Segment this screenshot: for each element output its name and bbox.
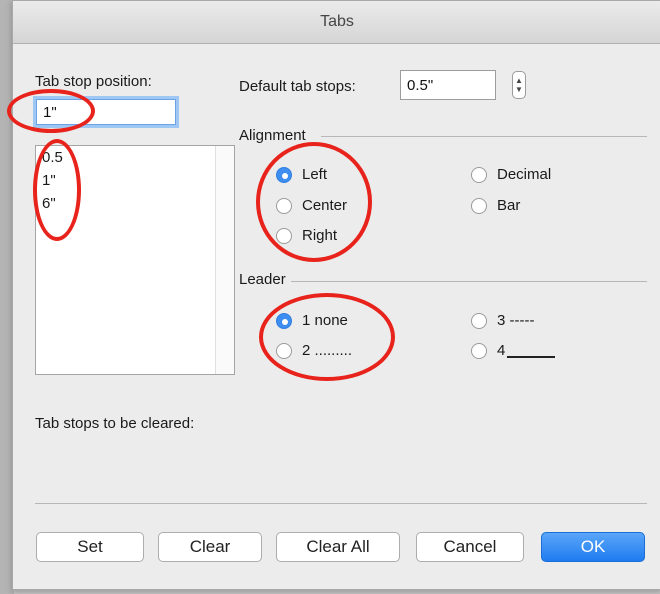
alignment-group-label: Alignment: [239, 127, 306, 144]
radio-indicator[interactable]: [471, 197, 487, 214]
leader-4-radio[interactable]: 4: [471, 342, 556, 359]
alignment-bar-label: Bar: [497, 197, 521, 214]
radio-indicator[interactable]: [471, 312, 487, 329]
alignment-left-label: Left: [302, 166, 328, 183]
annotation-circle-leader: [259, 293, 395, 381]
default-tab-stops-input[interactable]: [401, 71, 495, 99]
set-button[interactable]: Set: [36, 532, 144, 562]
ok-button[interactable]: OK: [541, 532, 645, 562]
list-item[interactable]: 6": [42, 195, 56, 212]
radio-indicator[interactable]: [276, 342, 292, 359]
chevron-up-icon[interactable]: ▲: [515, 76, 523, 85]
alignment-right-label: Right: [302, 227, 338, 244]
leader-group-label: Leader: [239, 271, 286, 288]
radio-indicator[interactable]: [471, 342, 487, 359]
leader-underline-sample: [507, 344, 556, 358]
leader-divider: [291, 281, 647, 282]
leader-3-label: 3 -----: [497, 312, 535, 329]
dialog-title: Tabs: [320, 13, 354, 30]
clear-button[interactable]: Clear: [158, 532, 262, 562]
leader-2-label: 2 .........: [302, 342, 353, 359]
tabs-dialog: Tabs Tab stop position: 0.5 1" 6" Defaul…: [7, 0, 660, 590]
alignment-decimal-radio[interactable]: Decimal: [471, 166, 551, 183]
alignment-center-label: Center: [302, 197, 348, 214]
chevron-down-icon[interactable]: ▼: [515, 85, 523, 94]
leader-4-label: 4: [497, 342, 506, 359]
alignment-bar-radio[interactable]: Bar: [471, 197, 520, 214]
radio-selected-indicator[interactable]: [276, 166, 292, 183]
leader-2-radio[interactable]: 2 .........: [276, 342, 352, 359]
alignment-decimal-label: Decimal: [497, 166, 552, 183]
radio-selected-indicator[interactable]: [276, 312, 292, 329]
bottom-divider: [35, 503, 647, 504]
tab-stop-position-label: Tab stop position:: [35, 73, 152, 90]
clear-all-button[interactable]: Clear All: [276, 532, 400, 562]
title-bar: Tabs: [13, 1, 660, 44]
list-item[interactable]: 0.5: [42, 149, 63, 166]
tab-stops-cleared-label: Tab stops to be cleared:: [35, 415, 195, 432]
list-item[interactable]: 1": [42, 172, 56, 189]
radio-indicator[interactable]: [276, 227, 292, 244]
leader-3-radio[interactable]: 3 -----: [471, 312, 535, 329]
alignment-divider: [321, 136, 647, 137]
default-tab-stops-stepper[interactable]: ▲ ▼: [512, 71, 526, 99]
alignment-left-radio[interactable]: Left: [276, 166, 327, 183]
radio-indicator[interactable]: [471, 166, 487, 183]
default-tab-stops-field[interactable]: [400, 70, 496, 100]
alignment-center-radio[interactable]: Center: [276, 197, 347, 214]
tab-stop-position-field[interactable]: [36, 99, 176, 125]
leader-1-label: 1 none: [302, 312, 348, 329]
alignment-right-radio[interactable]: Right: [276, 227, 337, 244]
radio-indicator[interactable]: [276, 197, 292, 214]
list-scrollbar[interactable]: [215, 146, 234, 374]
default-tab-stops-label: Default tab stops:: [239, 78, 356, 95]
cancel-button[interactable]: Cancel: [416, 532, 524, 562]
tab-stop-position-input[interactable]: [37, 100, 175, 124]
tab-stop-list[interactable]: 0.5 1" 6": [35, 145, 235, 375]
leader-1-radio[interactable]: 1 none: [276, 312, 348, 329]
